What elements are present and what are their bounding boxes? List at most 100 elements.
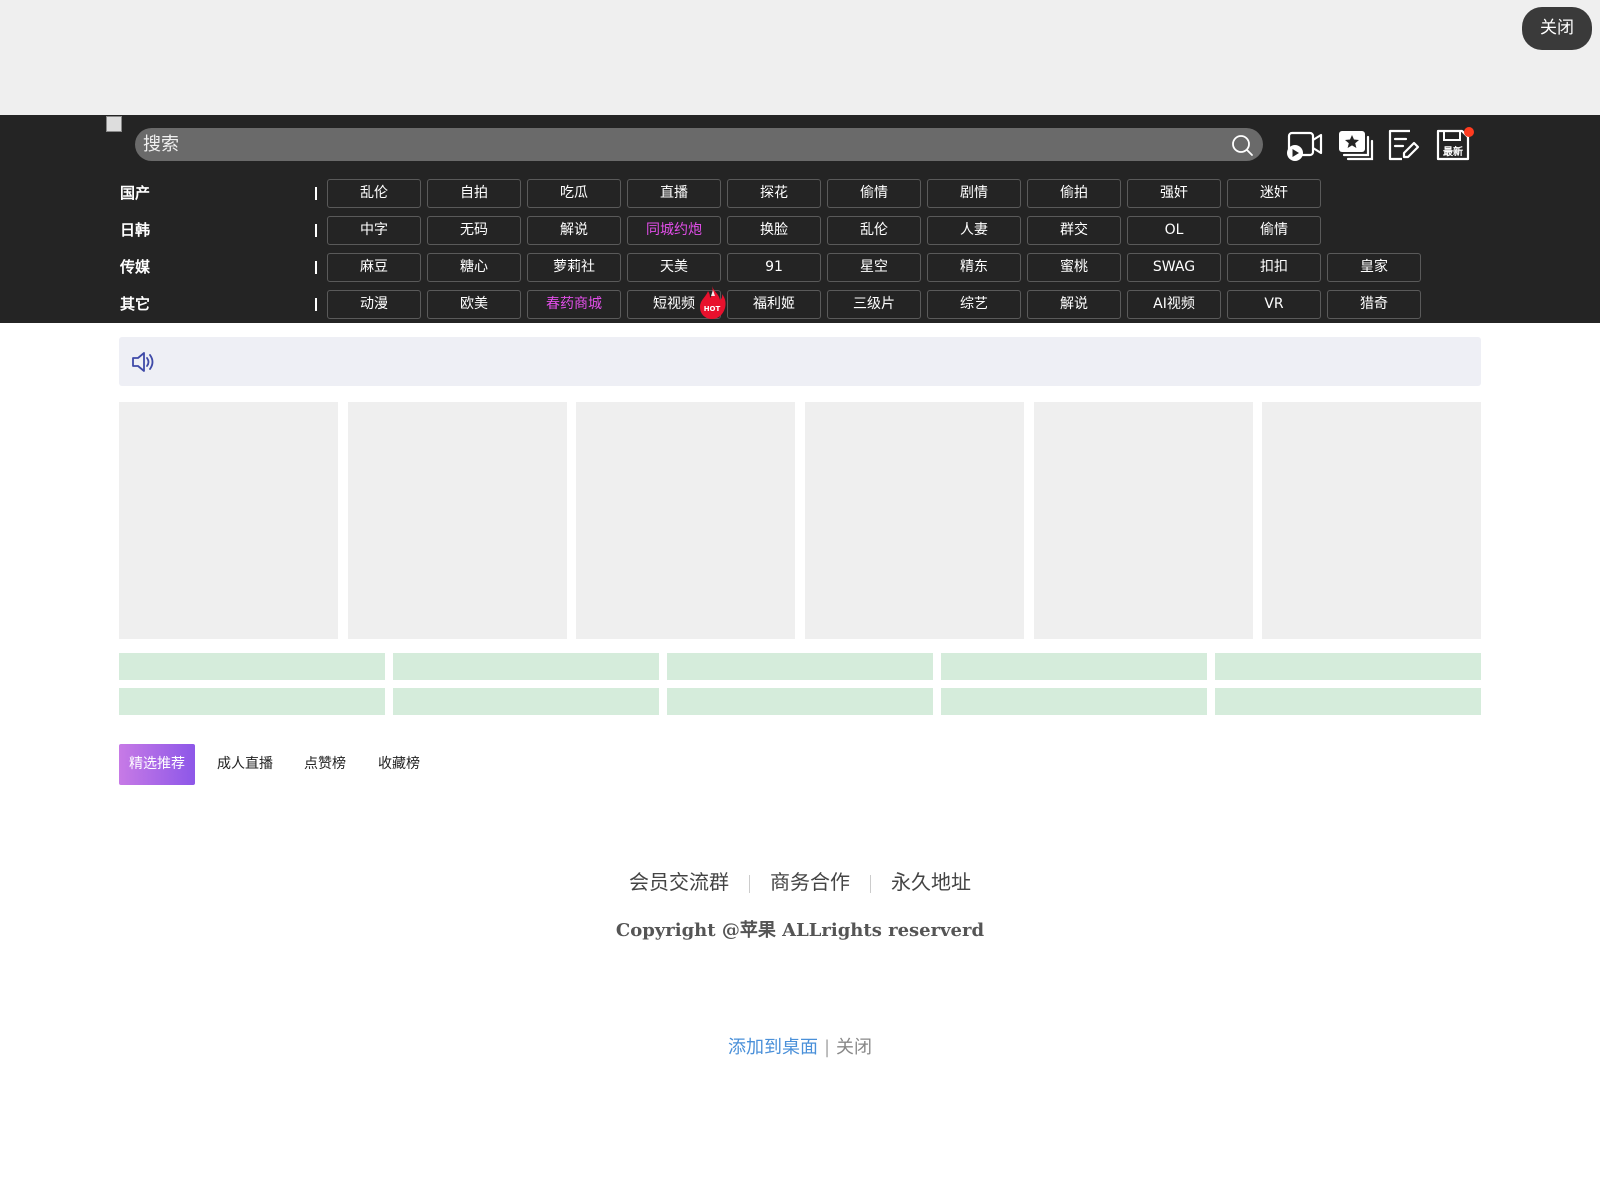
link-bar-placeholder[interactable] [393,688,659,715]
nav-row-jpkr: 日韩 中字 无码 解说 同城约炮 换脸 乱伦 人妻 群交 OL 偷情 [0,212,1600,248]
top-ad-banner: 关闭 [0,0,1600,115]
add-to-desktop-bar: 添加到桌面 | 关闭 [0,1033,1600,1059]
tab-live[interactable]: 成人直播 [217,744,273,785]
tab-featured[interactable]: 精选推荐 [119,744,195,785]
link-bar-placeholder[interactable] [119,688,385,715]
nav-tag[interactable]: 乱伦 [827,216,921,245]
ad-card-placeholder[interactable] [576,402,795,639]
nav-tag[interactable]: SWAG [1127,253,1221,282]
nav-tag[interactable]: 解说 [1027,290,1121,319]
footer-divider [870,874,871,893]
ad-card-placeholder[interactable] [805,402,1024,639]
nav-tag[interactable]: 星空 [827,253,921,282]
banner-close-button[interactable]: 关闭 [1522,7,1592,50]
nav-tag[interactable]: 偷情 [1227,216,1321,245]
link-bar-placeholder[interactable] [941,653,1207,680]
nav-tag[interactable]: 剧情 [927,179,1021,208]
note-edit-icon[interactable] [1384,127,1422,163]
nav-tag[interactable]: 偷情 [827,179,921,208]
link-bar-placeholder[interactable] [393,653,659,680]
nav-tag[interactable]: 糖心 [427,253,521,282]
footer-divider [749,874,750,893]
nav-tag[interactable]: 猎奇 [1327,290,1421,319]
nav-tag[interactable]: 强奸 [1127,179,1221,208]
nav-tag[interactable]: 欧美 [427,290,521,319]
nav-tag[interactable]: 迷奸 [1227,179,1321,208]
nav-row-media: 传媒 麻豆 糖心 萝莉社 天美 91 星空 精东 蜜桃 SWAG 扣扣 皇家 [0,249,1600,285]
latest-label: 最新 [1443,145,1463,158]
nav-tag[interactable]: 自拍 [427,179,521,208]
nav-tag[interactable]: OL [1127,216,1221,245]
link-bar-placeholder[interactable] [941,688,1207,715]
nav-tag[interactable]: 精东 [927,253,1021,282]
nav-tag[interactable]: 麻豆 [327,253,421,282]
add-bar-close-button[interactable]: 关闭 [836,1037,872,1058]
category-divider [315,298,317,311]
footer-link-business[interactable]: 商务合作 [770,870,850,894]
nav-tag[interactable]: 直播 [627,179,721,208]
ad-card-placeholder[interactable] [348,402,567,639]
ad-card-placeholder[interactable] [119,402,338,639]
nav-tag[interactable]: 91 [727,253,821,282]
add-to-desktop-link[interactable]: 添加到桌面 [728,1037,818,1058]
nav-row-other: 其它 动漫 欧美 春药商城 短视频 福利姬 三级片 综艺 解说 AI视频 VR … [0,286,1600,322]
nav-tag-highlighted[interactable]: 春药商城 [527,290,621,319]
link-bar-placeholder[interactable] [667,688,933,715]
footer-link-member-group[interactable]: 会员交流群 [629,870,729,894]
hot-flame-icon: HOT [700,286,726,319]
copyright-text: Copyright @苹果 ALLrights reserverd [615,920,985,941]
nav-tag[interactable]: 动漫 [327,290,421,319]
add-bar-divider: | [823,1037,831,1058]
logo-image[interactable] [106,116,122,132]
nav-tag[interactable]: 皇家 [1327,253,1421,282]
hot-label: HOT [704,305,721,313]
search-icon[interactable] [1230,133,1254,157]
link-bar-placeholder[interactable] [1215,653,1481,680]
search-input[interactable] [143,128,1213,161]
video-upload-icon[interactable] [1286,127,1324,163]
category-divider [315,224,317,237]
nav-tag[interactable]: 解说 [527,216,621,245]
category-divider [315,261,317,274]
ad-card-placeholder[interactable] [1262,402,1481,639]
announcement-bar [119,337,1481,386]
category-nav: 国产 乱伦 自拍 吃瓜 直播 探花 偷情 剧情 偷拍 强奸 迷奸 日韩 中字 无… [0,173,1600,323]
category-divider [315,187,317,200]
nav-tag[interactable]: 福利姬 [727,290,821,319]
gallery-star-icon[interactable] [1336,127,1374,163]
nav-tag-highlighted[interactable]: 同城约炮 [627,216,721,245]
link-bar-placeholder[interactable] [119,653,385,680]
footer-links: 会员交流群 商务合作 永久地址 [0,866,1600,895]
link-bar-placeholder[interactable] [667,653,933,680]
notification-badge [1464,127,1474,137]
nav-tag[interactable]: 中字 [327,216,421,245]
nav-tag[interactable]: 扣扣 [1227,253,1321,282]
speaker-icon [132,352,154,372]
category-label: 传媒 [120,258,151,276]
nav-tag[interactable]: 吃瓜 [527,179,621,208]
nav-tag[interactable]: 萝莉社 [527,253,621,282]
search-box [135,128,1263,161]
nav-tag[interactable]: AI视频 [1127,290,1221,319]
nav-tag[interactable]: 换脸 [727,216,821,245]
nav-tag[interactable]: 三级片 [827,290,921,319]
nav-tag[interactable]: 偷拍 [1027,179,1121,208]
link-bar-placeholder[interactable] [1215,688,1481,715]
tab-favorites-ranking[interactable]: 收藏榜 [378,744,420,785]
tab-likes-ranking[interactable]: 点赞榜 [304,744,346,785]
nav-row-domestic: 国产 乱伦 自拍 吃瓜 直播 探花 偷情 剧情 偷拍 强奸 迷奸 [0,175,1600,211]
nav-tag[interactable]: 综艺 [927,290,1021,319]
nav-tag[interactable]: 天美 [627,253,721,282]
nav-tag[interactable]: 无码 [427,216,521,245]
nav-tag[interactable]: 人妻 [927,216,1021,245]
footer-link-permanent-address[interactable]: 永久地址 [891,870,971,894]
ad-card-placeholder[interactable] [1034,402,1253,639]
header-bar: 最新 [0,115,1600,173]
nav-tag[interactable]: 群交 [1027,216,1121,245]
nav-tag[interactable]: 探花 [727,179,821,208]
nav-tag[interactable]: VR [1227,290,1321,319]
category-label: 其它 [120,295,151,313]
nav-tag[interactable]: 蜜桃 [1027,253,1121,282]
nav-tag[interactable]: 乱伦 [327,179,421,208]
category-label: 日韩 [120,221,151,239]
